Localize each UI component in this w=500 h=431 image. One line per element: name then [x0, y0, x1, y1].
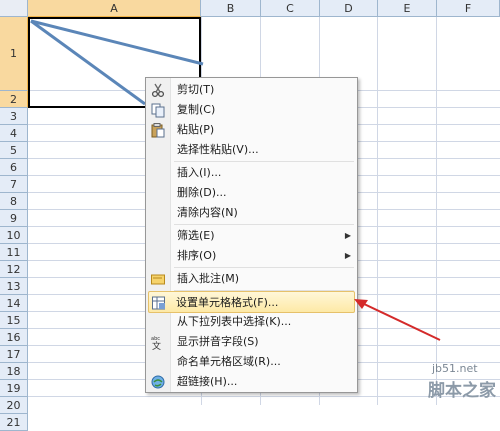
watermark-site: jb51.net — [432, 362, 478, 375]
annotation-arrow — [354, 299, 441, 341]
watermark-brand: 脚本之家 — [428, 381, 496, 401]
red-arrow-line — [361, 302, 441, 341]
row-header-21[interactable]: 21 — [0, 414, 28, 431]
